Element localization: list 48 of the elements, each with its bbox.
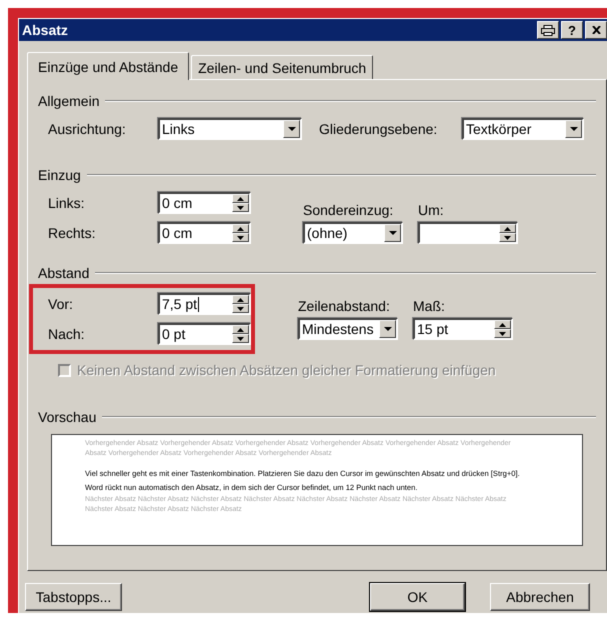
field-label: Maß:: [413, 298, 446, 314]
spin-down-icon[interactable]: [232, 233, 249, 242]
close-icon: [592, 26, 600, 34]
window-title: Absatz: [22, 22, 69, 38]
printer-icon: [541, 24, 555, 36]
tab[interactable]: Zeilen- und Seitenumbruch: [191, 55, 374, 79]
dialog-button[interactable]: Tabstopps...: [25, 583, 122, 611]
dropdown-field[interactable]: Links: [158, 118, 302, 140]
field-label: Vor:: [47, 296, 74, 312]
spin-field[interactable]: 15 pt: [413, 318, 513, 340]
spin-field[interactable]: [418, 222, 518, 244]
group-title: Einzug: [38, 167, 81, 183]
spin-up-icon[interactable]: [232, 325, 249, 334]
close-button[interactable]: [585, 21, 607, 39]
dropdown-field[interactable]: (ohne): [303, 222, 403, 244]
field-label: Gliederungsebene:: [319, 121, 438, 137]
dialog-button[interactable]: Abbrechen: [490, 583, 590, 611]
field-label: Um:: [418, 202, 445, 218]
spin-field[interactable]: 7,5 pt: [158, 293, 251, 315]
print-button[interactable]: [537, 21, 559, 39]
dialog-button[interactable]: OK: [370, 583, 465, 611]
spin-down-icon[interactable]: [232, 203, 249, 212]
spin-up-icon[interactable]: [232, 224, 249, 233]
spin-up-icon[interactable]: [232, 295, 249, 304]
spin-down-icon[interactable]: [232, 334, 249, 343]
field-label: Ausrichtung:: [47, 121, 127, 137]
spin-down-icon[interactable]: [499, 233, 516, 242]
spin-up-icon[interactable]: [232, 194, 249, 203]
spin-field[interactable]: 0 pt: [158, 323, 251, 345]
group-title: Vorschau: [38, 409, 96, 425]
spin-field[interactable]: 0 cm: [158, 192, 251, 214]
field-label: Nach:: [47, 326, 86, 342]
spin-up-icon[interactable]: [494, 320, 511, 329]
help-button[interactable]: ?: [561, 21, 583, 39]
checkbox-label: Keinen Abstand zwischen Absätzen gleicher Formatierung einfügen: [77, 362, 496, 378]
spin-down-icon[interactable]: [494, 329, 511, 338]
field-label: Zeilenabstand:: [298, 298, 391, 314]
spin-down-icon[interactable]: [232, 304, 249, 313]
dropdown-field[interactable]: Mindestens: [298, 318, 398, 340]
field-label: Rechts:: [47, 225, 96, 241]
spin-up-icon[interactable]: [499, 224, 516, 233]
field-label: Links:: [47, 195, 86, 211]
dropdown-field[interactable]: Textkörper: [462, 118, 584, 140]
tab[interactable]: Einzüge und Abstände: [27, 52, 190, 80]
field-label: Sondereinzug:: [303, 202, 394, 218]
group-title: Abstand: [38, 265, 90, 281]
spin-field[interactable]: 0 cm: [158, 222, 251, 244]
group-title: Allgemein: [38, 93, 100, 109]
